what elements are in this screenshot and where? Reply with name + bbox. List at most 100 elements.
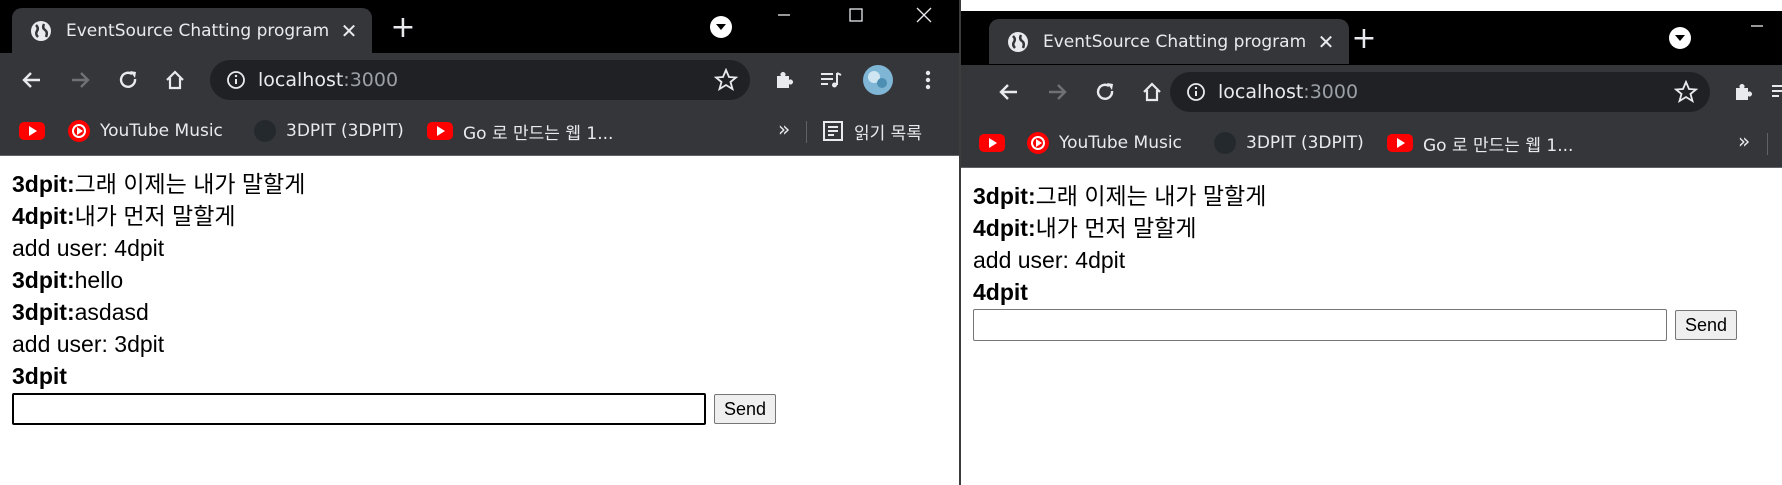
bookmark-youtube[interactable]: [19, 117, 45, 145]
message-list: 3dpit:그래 이제는 내가 말할게 4dpit:내가 먼저 말할게 add us…: [12, 168, 948, 360]
youtube-icon: [427, 122, 453, 140]
reading-list[interactable]: 읽기 목록: [822, 117, 922, 145]
profile-avatar[interactable]: [862, 64, 894, 96]
chat-message: 3dpit:hello: [12, 264, 948, 296]
back-icon[interactable]: [993, 76, 1025, 108]
globe-icon: [31, 20, 51, 41]
youtube-icon: [1387, 134, 1413, 152]
message-author: 3dpit:: [12, 299, 75, 325]
chat-message: 3dpit:asdasd: [12, 296, 948, 328]
home-icon[interactable]: [1136, 76, 1168, 108]
media-icon[interactable]: [1766, 76, 1782, 108]
minimize-icon[interactable]: [1731, 11, 1782, 41]
url-port: :3000: [343, 69, 399, 91]
maximize-icon[interactable]: [830, 0, 882, 30]
bookmark-youtube-music[interactable]: YouTube Music: [1027, 129, 1182, 157]
chat-message: 3dpit:그래 이제는 내가 말할게: [973, 180, 1770, 212]
menu-icon[interactable]: [912, 64, 944, 96]
back-icon[interactable]: [16, 64, 48, 96]
tab-active[interactable]: EventSource Chatting program ✕: [12, 8, 372, 53]
message-text: hello: [74, 267, 124, 293]
bookmark-label: 3DPIT (3DPIT): [1246, 133, 1364, 153]
chat-page: 3dpit:그래 이제는 내가 말할게 4dpit:내가 먼저 말할게 add us…: [0, 156, 960, 437]
message-input[interactable]: [12, 393, 706, 425]
tab-active[interactable]: EventSource Chatting program ✕: [989, 19, 1349, 64]
info-icon[interactable]: [226, 70, 246, 90]
close-tab-icon[interactable]: ✕: [1315, 30, 1337, 54]
address-bar[interactable]: localhost:3000: [1170, 72, 1710, 112]
bookmark-label: YouTube Music: [100, 121, 223, 141]
minimize-icon[interactable]: [758, 0, 810, 30]
bookmark-github[interactable]: 3DPIT (3DPIT): [254, 117, 404, 145]
message-text: add user: 4dpit: [12, 235, 165, 261]
bookmark-label: Go 로 만드는 웹 1...: [463, 123, 614, 144]
bookmark-label: 3DPIT (3DPIT): [286, 121, 404, 141]
current-user-name: 4dpit: [973, 279, 1028, 305]
current-user-name: 3dpit: [12, 363, 67, 389]
message-text: 내가 먼저 말할게: [74, 203, 236, 229]
close-tab-icon[interactable]: ✕: [338, 19, 360, 43]
more-bookmarks-icon[interactable]: »: [778, 117, 790, 141]
send-button[interactable]: Send: [714, 394, 777, 424]
more-bookmarks-icon[interactable]: »: [1738, 129, 1750, 153]
message-input[interactable]: [973, 309, 1667, 341]
toolbar: localhost:3000: [0, 53, 960, 107]
send-form: Send: [973, 309, 1770, 341]
message-author: 3dpit:: [12, 267, 75, 293]
browser-window-left: EventSource Chatting program ✕ + localho…: [0, 0, 960, 485]
bookmark-go-web[interactable]: Go 로 만드는 웹 1...: [1387, 129, 1573, 157]
chat-message: add user: 4dpit: [12, 232, 948, 264]
bookmark-youtube[interactable]: [979, 129, 1005, 157]
message-text: 그래 이제는 내가 말할게: [1035, 183, 1267, 209]
extensions-icon[interactable]: [1727, 76, 1759, 108]
forward-icon[interactable]: [64, 64, 96, 96]
chat-message: 3dpit:그래 이제는 내가 말할게: [12, 168, 948, 200]
tab-search-icon[interactable]: [710, 16, 732, 38]
home-icon[interactable]: [159, 64, 191, 96]
close-window-icon[interactable]: [898, 0, 950, 30]
url-host: localhost: [258, 69, 344, 91]
chat-message: add user: 3dpit: [12, 328, 948, 360]
bookmark-go-web[interactable]: Go 로 만드는 웹 1...: [427, 117, 613, 145]
chat-message: add user: 4dpit: [973, 244, 1770, 276]
bookmark-label: YouTube Music: [1059, 133, 1182, 153]
message-author: 4dpit:: [973, 215, 1036, 241]
divider: [1767, 133, 1768, 155]
url-port: :3000: [1303, 81, 1359, 103]
bookmarks-bar: YouTube Music 3DPIT (3DPIT) Go 로 만드는 웹 1…: [961, 119, 1782, 168]
new-tab-icon[interactable]: +: [1349, 24, 1379, 55]
send-form: Send: [12, 393, 948, 425]
message-author: 3dpit:: [973, 183, 1036, 209]
divider: [806, 121, 807, 143]
bookmark-star-icon[interactable]: [1674, 80, 1698, 104]
chat-message: 4dpit:내가 먼저 말할게: [973, 212, 1770, 244]
tab-strip: EventSource Chatting program ✕ +: [0, 0, 960, 53]
tab-title: EventSource Chatting program: [66, 20, 330, 41]
message-author: 4dpit:: [12, 203, 75, 229]
tab-search-icon[interactable]: [1669, 27, 1691, 49]
media-icon[interactable]: [815, 64, 847, 96]
tab-strip: EventSource Chatting program ✕ +: [961, 11, 1782, 65]
address-bar[interactable]: localhost:3000: [210, 60, 750, 100]
info-icon[interactable]: [1186, 82, 1206, 102]
bookmark-github[interactable]: 3DPIT (3DPIT): [1214, 129, 1364, 157]
message-author: 3dpit:: [12, 171, 75, 197]
bookmark-youtube-music[interactable]: YouTube Music: [68, 117, 223, 145]
youtube-icon: [979, 134, 1005, 152]
reload-icon[interactable]: [1089, 76, 1121, 108]
chat-page: 3dpit:그래 이제는 내가 말할게 4dpit:내가 먼저 말할게 add us…: [961, 168, 1782, 353]
extensions-icon[interactable]: [768, 64, 800, 96]
message-text: add user: 3dpit: [12, 331, 165, 357]
reload-icon[interactable]: [112, 64, 144, 96]
send-button[interactable]: Send: [1675, 310, 1738, 340]
bookmarks-bar: YouTube Music 3DPIT (3DPIT) Go 로 만드는 웹 1…: [0, 107, 960, 156]
forward-icon[interactable]: [1041, 76, 1073, 108]
youtube-icon: [19, 122, 45, 140]
youtube-music-icon: [68, 120, 90, 142]
new-tab-icon[interactable]: +: [388, 13, 418, 44]
bookmark-label: Go 로 만드는 웹 1...: [1423, 135, 1574, 156]
bookmark-star-icon[interactable]: [714, 68, 738, 92]
globe-icon: [1008, 31, 1028, 52]
message-text: asdasd: [74, 299, 149, 325]
tab-title: EventSource Chatting program: [1043, 31, 1307, 52]
